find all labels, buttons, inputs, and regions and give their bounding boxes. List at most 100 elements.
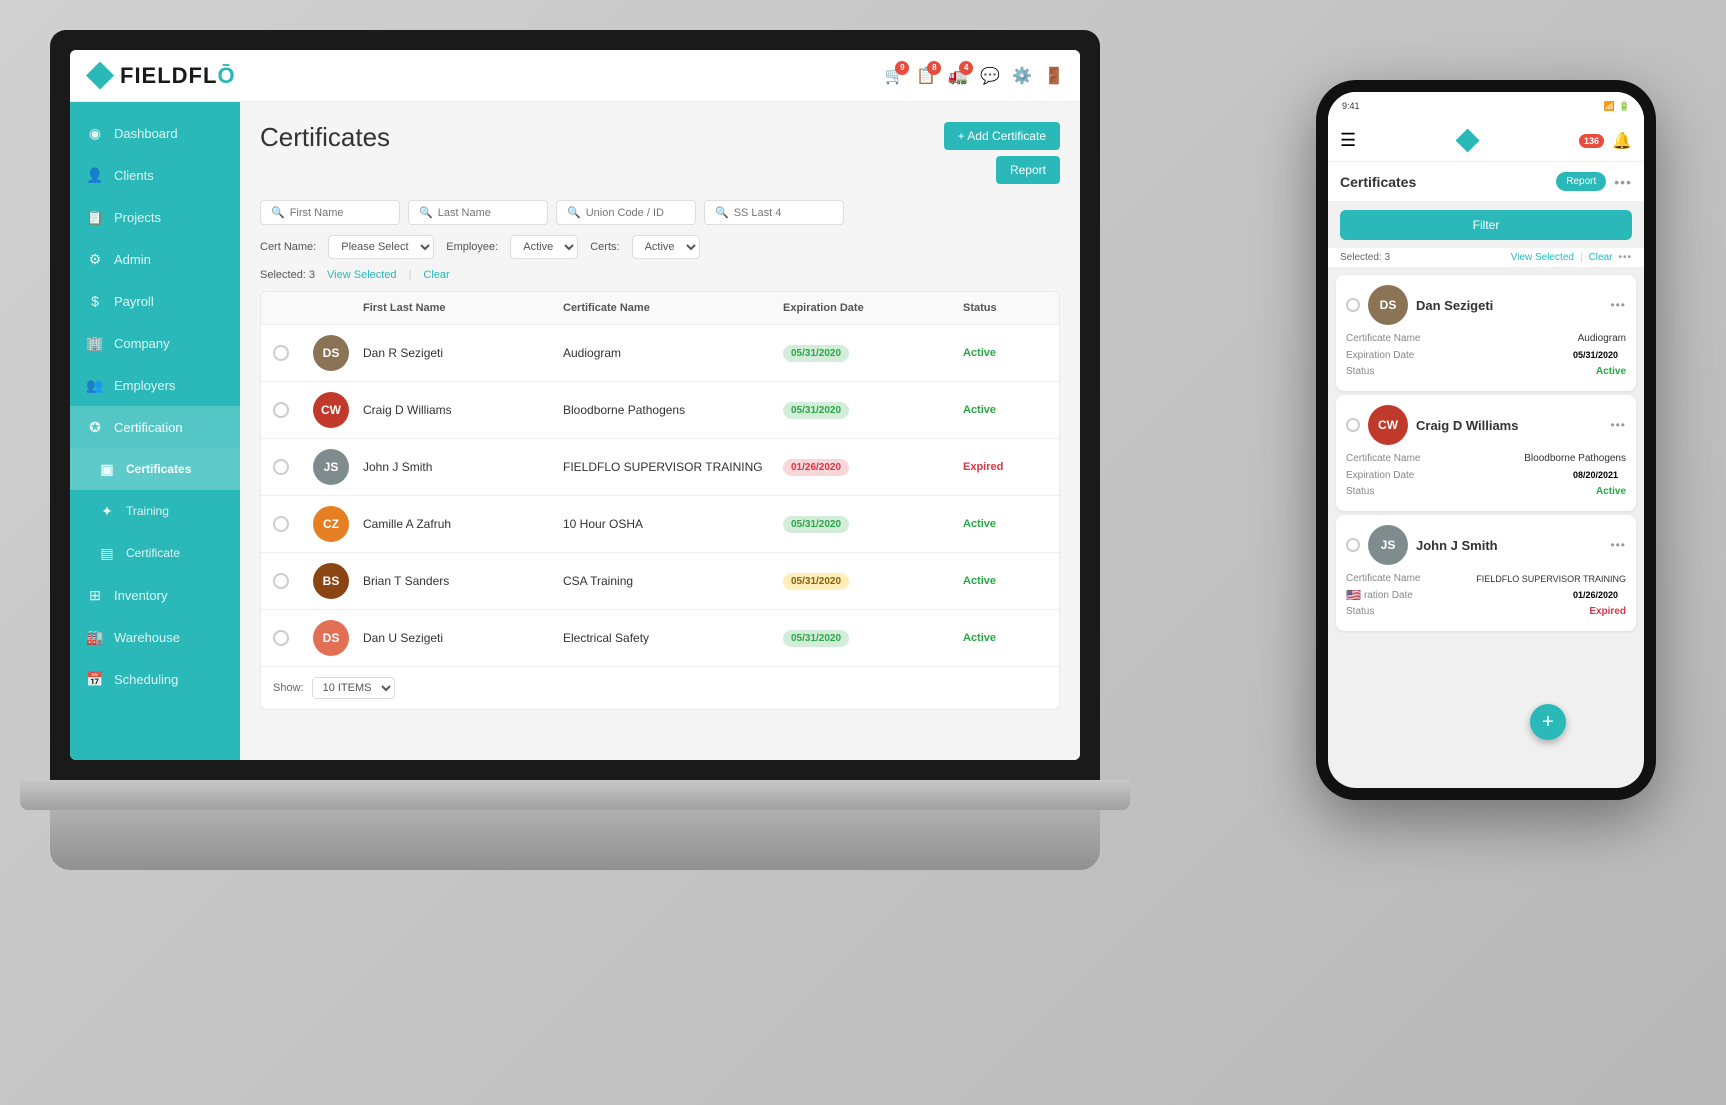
- phone-radio-2[interactable]: [1346, 418, 1360, 432]
- phone-menu-icon[interactable]: ☰: [1340, 130, 1356, 151]
- phone-bell-icon[interactable]: 🔔: [1612, 131, 1632, 151]
- sidebar-item-company[interactable]: 🏢 Company: [70, 322, 240, 364]
- employee-label: Employee:: [446, 241, 498, 253]
- phone-exp-value-2: 08/20/2021: [1565, 468, 1626, 482]
- phone-filter-button[interactable]: Filter: [1340, 210, 1632, 240]
- row-exp-4: 05/31/2020: [783, 516, 963, 533]
- sidebar-item-inventory[interactable]: ⊞ Inventory: [70, 574, 240, 616]
- notification-icon-2[interactable]: 📋 8: [916, 66, 936, 86]
- union-code-input[interactable]: [586, 207, 685, 219]
- phone-view-selected[interactable]: View Selected: [1511, 252, 1574, 263]
- logo-text: FIELDFLŌ: [120, 63, 236, 89]
- row-radio-6[interactable]: [273, 630, 289, 646]
- phone-notification-badge: 136: [1579, 134, 1604, 148]
- notification-icon-1[interactable]: 🛒 9: [884, 66, 904, 86]
- row-cert-2: Bloodborne Pathogens: [563, 403, 783, 417]
- last-name-search[interactable]: 🔍: [408, 200, 548, 225]
- logo: FIELDFLŌ: [86, 62, 236, 90]
- sidebar-item-dashboard[interactable]: ◉ Dashboard: [70, 112, 240, 154]
- phone-selected-count: Selected: 3: [1340, 252, 1390, 263]
- phone-card-more-1[interactable]: •••: [1610, 298, 1626, 312]
- cert-name-label: Cert Name:: [260, 241, 316, 253]
- settings-icon[interactable]: ⚙️: [1012, 66, 1032, 86]
- first-name-search[interactable]: 🔍: [260, 200, 400, 225]
- last-name-input[interactable]: [438, 207, 537, 219]
- sidebar-item-admin[interactable]: ⚙ Admin: [70, 238, 240, 280]
- row-radio-2[interactable]: [273, 402, 289, 418]
- avatar-6: DS: [313, 620, 349, 656]
- row-radio-5[interactable]: [273, 573, 289, 589]
- row-name-3: John J Smith: [363, 460, 563, 474]
- topbar: FIELDFLŌ 🛒 9 📋 8 🚛: [70, 50, 1080, 102]
- phone-card-more-3[interactable]: •••: [1610, 538, 1626, 552]
- phone-clear-link[interactable]: Clear: [1589, 252, 1613, 263]
- phone-fab-add[interactable]: +: [1530, 704, 1566, 740]
- sidebar-label-projects: Projects: [114, 210, 161, 225]
- row-name-5: Brian T Sanders: [363, 574, 563, 588]
- phone-card-more-2[interactable]: •••: [1610, 418, 1626, 432]
- truck-icon[interactable]: 🚛 4: [948, 66, 968, 86]
- phone-card-header-2: CW Craig D Williams •••: [1346, 405, 1626, 445]
- logo-icon: [86, 62, 114, 90]
- search-icon-lastname: 🔍: [419, 206, 433, 219]
- laptop-bezel: FIELDFLŌ 🛒 9 📋 8 🚛: [50, 30, 1100, 780]
- col-avatar: [313, 302, 363, 314]
- certs-filter: Active: [632, 235, 700, 259]
- cert-name-select[interactable]: Please Select: [328, 235, 434, 259]
- clear-link[interactable]: Clear: [423, 269, 449, 281]
- certs-label: Certs:: [590, 241, 619, 253]
- sidebar-item-certificates[interactable]: ▣ Certificates: [70, 448, 240, 490]
- view-selected-link[interactable]: View Selected: [327, 269, 397, 281]
- row-radio-3[interactable]: [273, 459, 289, 475]
- phone-avatar-1: DS: [1368, 285, 1408, 325]
- show-items-select[interactable]: 10 ITEMS: [312, 677, 395, 699]
- sidebar-item-payroll[interactable]: $ Payroll: [70, 280, 240, 322]
- phone-name-3: John J Smith: [1416, 538, 1498, 553]
- row-status-1: Active: [963, 347, 1060, 359]
- phone-more-icon[interactable]: •••: [1614, 174, 1632, 190]
- add-certificate-button[interactable]: + Add Certificate: [944, 122, 1060, 150]
- row-radio-4[interactable]: [273, 516, 289, 532]
- logout-icon[interactable]: 🚪: [1044, 66, 1064, 86]
- ss-last4-search[interactable]: 🔍: [704, 200, 844, 225]
- chat-icon[interactable]: 💬: [980, 66, 1000, 86]
- report-button[interactable]: Report: [996, 156, 1060, 184]
- col-cert-header: Certificate Name: [563, 302, 783, 314]
- sidebar-item-clients[interactable]: 👤 Clients: [70, 154, 240, 196]
- phone-radio-1[interactable]: [1346, 298, 1360, 312]
- sidebar: ◉ Dashboard 👤 Clients 📋 Projects ⚙: [70, 102, 240, 760]
- sidebar-label-certification: Certification: [114, 420, 183, 435]
- union-code-search[interactable]: 🔍: [556, 200, 696, 225]
- badge-3: 4: [959, 61, 973, 75]
- row-exp-2: 05/31/2020: [783, 402, 963, 419]
- clients-icon: 👤: [86, 166, 104, 184]
- sidebar-item-projects[interactable]: 📋 Projects: [70, 196, 240, 238]
- phone-row-more-icon[interactable]: •••: [1618, 252, 1632, 263]
- table-row: CW Craig D Williams Bloodborne Pathogens…: [261, 382, 1059, 439]
- first-name-input[interactable]: [290, 207, 389, 219]
- phone-cert-value-3: FIELDFLO SUPERVISOR TRAINING: [1476, 574, 1626, 584]
- phone-report-button[interactable]: Report: [1556, 172, 1606, 191]
- sidebar-item-warehouse[interactable]: 🏭 Warehouse: [70, 616, 240, 658]
- scheduling-icon: 📅: [86, 670, 104, 688]
- row-exp-1: 05/31/2020: [783, 345, 963, 362]
- sidebar-item-employers[interactable]: 👥 Employers: [70, 364, 240, 406]
- employee-select[interactable]: Active: [510, 235, 578, 259]
- show-label: Show:: [273, 682, 304, 694]
- employers-icon: 👥: [86, 376, 104, 394]
- search-icon-firstname: 🔍: [271, 206, 285, 219]
- sidebar-item-scheduling[interactable]: 📅 Scheduling: [70, 658, 240, 700]
- sidebar-item-training[interactable]: ✦ Training: [70, 490, 240, 532]
- ss-last4-input[interactable]: [734, 207, 833, 219]
- sidebar-item-certificate[interactable]: ▤ Certificate: [70, 532, 240, 574]
- avatar-1: DS: [313, 335, 349, 371]
- main-layout: ◉ Dashboard 👤 Clients 📋 Projects ⚙: [70, 102, 1080, 760]
- avatar-2: CW: [313, 392, 349, 428]
- phone-card-header-3: JS John J Smith •••: [1346, 525, 1626, 565]
- certs-select[interactable]: Active: [632, 235, 700, 259]
- phone-field-status-3: Status Expired: [1346, 606, 1626, 617]
- sidebar-item-certification[interactable]: ✪ Certification: [70, 406, 240, 448]
- phone-radio-3[interactable]: [1346, 538, 1360, 552]
- row-radio-1[interactable]: [273, 345, 289, 361]
- sidebar-label-admin: Admin: [114, 252, 151, 267]
